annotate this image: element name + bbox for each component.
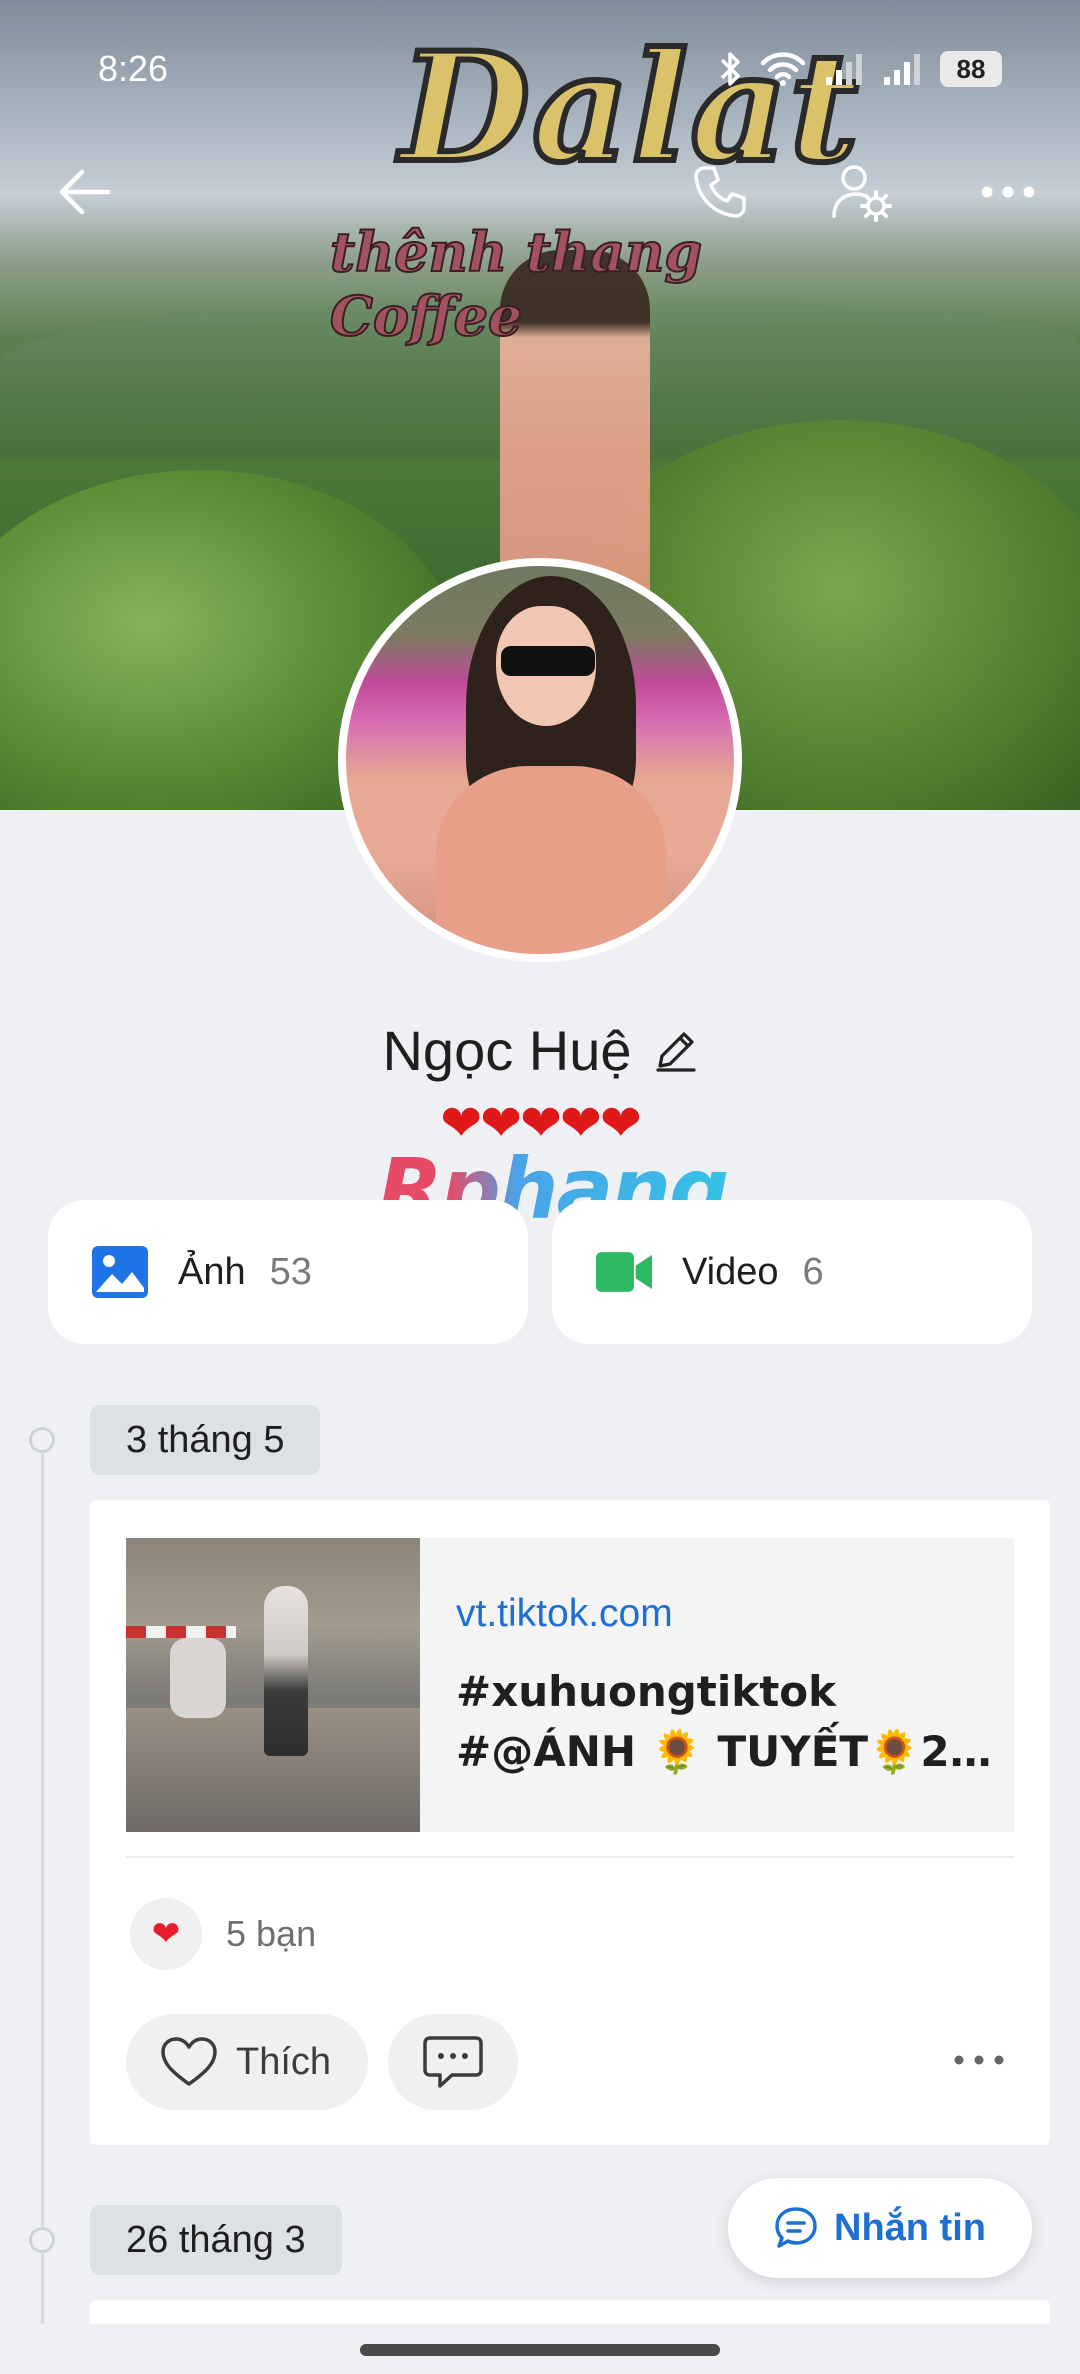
timeline-line (41, 1436, 44, 2336)
image-icon (92, 1244, 148, 1300)
avatar-dress (436, 766, 666, 954)
comment-icon (423, 2036, 483, 2088)
thumb-barrier (126, 1626, 236, 1638)
signal-icon-1 (824, 51, 864, 87)
timeline-date: 3 tháng 5 (90, 1405, 321, 1475)
more-horizontal-icon (981, 186, 1035, 198)
status-bar: 8:26 88 (0, 40, 1080, 100)
timeline-date: 26 tháng 3 (90, 2205, 342, 2275)
user-settings-icon (832, 165, 892, 222)
phone-icon (694, 166, 746, 218)
link-domain: vt.tiktok.com (456, 1592, 673, 1635)
bluetooth-icon (718, 50, 742, 88)
more-options-button[interactable] (968, 152, 1048, 232)
cover-sign-subtext: thênh thang Coffee (329, 219, 703, 349)
signal-icon-2 (882, 51, 922, 87)
post-divider (126, 1856, 1014, 1858)
link-text: vt.tiktok.com #xuhuongtiktok #@ÁNH 🌻 TUY… (420, 1538, 1014, 1832)
profile-name-row: Ngọc Huệ (0, 1010, 1080, 1090)
back-button[interactable] (44, 152, 124, 232)
post-more-button[interactable] (944, 2030, 1014, 2090)
wifi-icon (760, 51, 806, 87)
timeline-dot (29, 2227, 55, 2253)
photos-card[interactable]: Ảnh 53 (48, 1200, 528, 1344)
like-button[interactable]: Thích (126, 2014, 368, 2110)
heart-reaction-icon: ❤ (130, 1898, 202, 1970)
like-label: Thích (236, 2040, 332, 2083)
comment-button[interactable] (388, 2014, 518, 2110)
videos-card[interactable]: Video 6 (552, 1200, 1032, 1344)
status-time: 8:26 (98, 48, 169, 89)
video-camera-icon (596, 1244, 652, 1300)
post-card: vt.tiktok.com #xuhuongtiktok #@ÁNH 🌻 TUY… (90, 1500, 1050, 2145)
profile-settings-button[interactable] (822, 152, 902, 232)
reaction-count: 5 bạn (226, 1913, 317, 1954)
link-thumbnail (126, 1538, 420, 1832)
timeline-dot (29, 1427, 55, 1453)
videos-label: Video (682, 1250, 779, 1293)
arrow-left-icon (59, 169, 111, 215)
reaction-summary[interactable]: ❤ 5 bạn (130, 1898, 316, 1970)
battery-indicator: 88 (940, 51, 1002, 87)
profile-avatar[interactable] (338, 558, 742, 962)
status-icons: 88 (718, 50, 1002, 88)
link-title: #xuhuongtiktok #@ÁNH 🌻 TUYẾT🌻2🌻 @ÁNH... (456, 1667, 1002, 1776)
photos-count: 53 (269, 1250, 312, 1293)
photos-label: Ảnh (178, 1250, 246, 1293)
home-indicator[interactable] (360, 2344, 720, 2356)
thumb-person-standing (264, 1586, 308, 1756)
videos-count: 6 (802, 1250, 824, 1293)
pencil-icon (655, 1032, 696, 1072)
avatar-sunglasses (501, 646, 595, 676)
link-preview[interactable]: vt.tiktok.com #xuhuongtiktok #@ÁNH 🌻 TUY… (126, 1538, 1014, 1832)
edit-name-button[interactable] (654, 1028, 698, 1072)
message-button[interactable]: Nhắn tin (728, 2178, 1032, 2278)
more-horizontal-icon (954, 2055, 1004, 2065)
message-button-label: Nhắn tin (834, 2206, 986, 2249)
profile-name: Ngọc Huệ (382, 1018, 632, 1082)
thumb-person-seated (170, 1638, 226, 1718)
heart-outline-icon (160, 2036, 218, 2088)
call-button[interactable] (680, 152, 760, 232)
chat-bubble-icon (775, 2207, 817, 2248)
